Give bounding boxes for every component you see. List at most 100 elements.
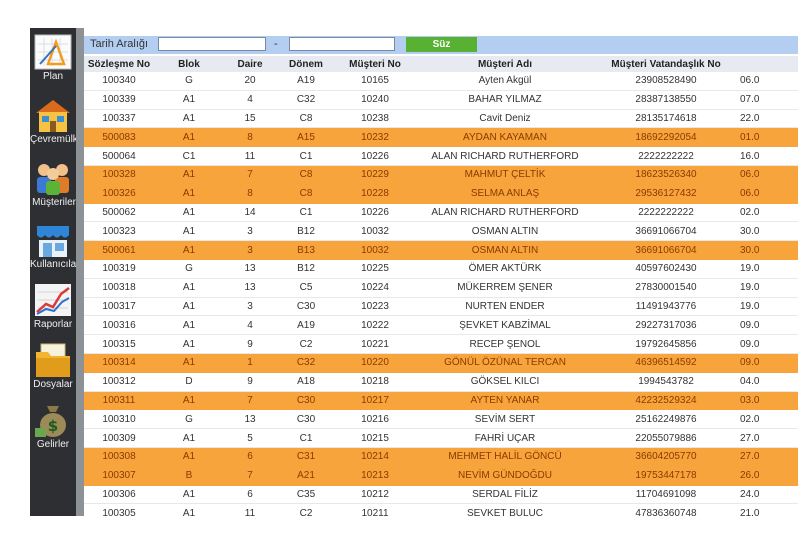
table-row[interactable]: 100311 A1 7 C30 10217 AYTEN YANAR 42232529324 0… bbox=[84, 391, 798, 411]
table-cell: Ayten Akgül bbox=[414, 72, 596, 91]
table-row[interactable]: 100315 A1 9 C2 10221 RECEP ŞENOL 19792645856 09… bbox=[84, 334, 798, 354]
sidebar-item-dosyalar[interactable]: Dosyalar bbox=[30, 338, 76, 398]
chart-report-icon bbox=[35, 284, 71, 316]
building-icon bbox=[36, 100, 70, 132]
table-cell: 27.0 bbox=[736, 428, 798, 448]
table-row[interactable]: 500083 A1 8 A15 10232 AYDAN KAYAMAN 1869229205… bbox=[84, 127, 798, 148]
table-row[interactable]: 100314 A1 1 C32 10220 GÖNÜL ÖZÜNAL TERCAN 4639… bbox=[84, 353, 798, 373]
table-cell: 19792645856 bbox=[596, 334, 736, 354]
table-cell: 10226 bbox=[336, 146, 414, 166]
table-row[interactable]: 100307 B 7 A21 10213 NEVİM GÜNDOĞDU 1975344717… bbox=[84, 466, 798, 486]
table-cell: 26.0 bbox=[736, 466, 798, 486]
table-cell: ÖMER AKTÜRK bbox=[414, 259, 596, 279]
table-cell: C2 bbox=[276, 334, 336, 354]
table-row[interactable]: 100339 A1 4 C32 10240 BAHAR YILMAZ 28387138550… bbox=[84, 90, 798, 110]
table-cell: 23908528490 bbox=[596, 72, 736, 91]
table-header-row: Sözleşme No Blok Daire Dönem Müşteri No Müşte… bbox=[84, 56, 798, 72]
table-cell: 9 bbox=[224, 334, 276, 354]
table-cell: 6 bbox=[224, 485, 276, 505]
column-header[interactable]: Dönem bbox=[276, 56, 336, 72]
sidebar-item-musteriler[interactable]: Müşteriler bbox=[30, 156, 76, 216]
table-cell: 10165 bbox=[336, 72, 414, 91]
table-cell: 2222222222 bbox=[596, 203, 736, 223]
table-row[interactable]: 500064 C1 11 C1 10226 ALAN RICHARD RUTHERFORD… bbox=[84, 146, 798, 166]
table-cell: NEVİM GÜNDOĞDU bbox=[414, 466, 596, 486]
table-cell: AYTEN YANAR bbox=[414, 391, 596, 411]
table-row[interactable]: 100328 A1 7 C8 10229 MAHMUT ÇELTİK 18623526340… bbox=[84, 165, 798, 185]
filter-button[interactable]: Süz bbox=[406, 37, 477, 52]
table-cell: ŞEVKET KABZİMAL bbox=[414, 315, 596, 336]
table-row[interactable]: 100306 A1 6 C35 10212 SERDAL FİLİZ 11704691098… bbox=[84, 485, 798, 505]
table-cell: SELMA ANLAŞ bbox=[414, 184, 596, 204]
table-row[interactable]: 100312 D 9 A18 10218 GÖKSEL KILCI 1994543782 04… bbox=[84, 372, 798, 392]
table-cell: 100310 bbox=[84, 409, 154, 430]
column-header[interactable]: Daire bbox=[224, 56, 276, 72]
table-cell: C8 bbox=[276, 109, 336, 129]
table-row[interactable]: 100316 A1 4 A19 10222 ŞEVKET KABZİMAL 29227317… bbox=[84, 315, 798, 336]
table-row[interactable]: 100318 A1 13 C5 10224 MÜKERREM ŞENER 278300015… bbox=[84, 278, 798, 298]
table-cell: 3 bbox=[224, 221, 276, 242]
table-row[interactable]: 100337 A1 15 C8 10238 Cavit Deniz 28135174618 2… bbox=[84, 109, 798, 129]
table-row[interactable]: 500061 A1 3 B13 10032 OSMAN ALTIN 36691066704 3… bbox=[84, 240, 798, 260]
table-row[interactable]: 100310 G 13 C30 10216 SEVİM SERT 25162249876 02… bbox=[84, 409, 798, 430]
table-row[interactable]: 100319 G 13 B12 10225 ÖMER AKTÜRK 40597602430 1… bbox=[84, 259, 798, 279]
table-row[interactable]: 100326 A1 8 C8 10228 SELMA ANLAŞ 29536127432 06… bbox=[84, 184, 798, 204]
table-cell: 42232529324 bbox=[596, 391, 736, 411]
table-cell: 29227317036 bbox=[596, 315, 736, 336]
column-header[interactable] bbox=[736, 56, 798, 72]
column-header[interactable]: Blok bbox=[154, 56, 224, 72]
sidebar-item-raporlar[interactable]: Raporlar bbox=[30, 278, 76, 338]
column-header[interactable]: Sözleşme No bbox=[84, 56, 154, 72]
table-cell: C30 bbox=[276, 409, 336, 430]
plan-icon bbox=[34, 34, 72, 70]
column-header[interactable]: Müşteri Adı bbox=[414, 56, 596, 72]
table-row[interactable]: 100340 G 20 A19 10165 Ayten Akgül 23908528490 0… bbox=[84, 72, 798, 91]
table-cell: C30 bbox=[276, 391, 336, 411]
date-start-input[interactable] bbox=[158, 37, 266, 51]
sidebar-item-cevremulkler[interactable]: Çevremülkler bbox=[30, 93, 76, 153]
sidebar-item-gelirler[interactable]: $ Gelirler bbox=[30, 398, 76, 458]
date-range-separator: - bbox=[274, 38, 278, 50]
table-cell: A1 bbox=[154, 485, 224, 505]
sidebar-item-label: Plan bbox=[42, 71, 63, 82]
table-cell: 4 bbox=[224, 90, 276, 110]
table-cell: 10220 bbox=[336, 353, 414, 373]
table-cell: 100318 bbox=[84, 278, 154, 298]
table-cell: 30.0 bbox=[736, 221, 798, 242]
table-cell: 36691066704 bbox=[596, 240, 736, 260]
column-header[interactable]: Müşteri No bbox=[336, 56, 414, 72]
table-cell: C8 bbox=[276, 165, 336, 185]
table-cell: OSMAN ALTIN bbox=[414, 221, 596, 242]
table-row[interactable]: 100308 A1 6 C31 10214 MEHMET HALİL GÖNCÜ 36604… bbox=[84, 447, 798, 467]
table-cell: 02.0 bbox=[736, 203, 798, 223]
table-cell: 19753447178 bbox=[596, 466, 736, 486]
table-cell: 500062 bbox=[84, 203, 154, 223]
table-row[interactable]: 100309 A1 5 C1 10215 FAHRİ UÇAR 22055079886 27.… bbox=[84, 428, 798, 448]
table-cell: 06.0 bbox=[736, 184, 798, 204]
table-cell: A1 bbox=[154, 203, 224, 223]
table-body: 100340 G 20 A19 10165 Ayten Akgül 23908528490 0… bbox=[84, 72, 798, 516]
table-cell: 19.0 bbox=[736, 259, 798, 279]
table-cell: 500083 bbox=[84, 127, 154, 148]
table-cell: 07.0 bbox=[736, 90, 798, 110]
table-cell: 10226 bbox=[336, 203, 414, 223]
table-cell: 10032 bbox=[336, 221, 414, 242]
table-row[interactable]: 100323 A1 3 B12 10032 OSMAN ALTIN 36691066704 3… bbox=[84, 221, 798, 242]
table-cell: 100314 bbox=[84, 353, 154, 373]
sidebar-item-plan[interactable]: Plan bbox=[30, 30, 76, 90]
table-cell: C30 bbox=[276, 297, 336, 317]
table-cell: A1 bbox=[154, 90, 224, 110]
column-header[interactable]: Müşteri Vatandaşlık No bbox=[596, 56, 736, 72]
table-cell: 13 bbox=[224, 259, 276, 279]
sidebar-item-kullanicilar[interactable]: Kullanıcılar bbox=[30, 218, 76, 278]
table-cell: 10216 bbox=[336, 409, 414, 430]
table-row[interactable]: 500062 A1 14 C1 10226 ALAN RICHARD RUTHERFORD… bbox=[84, 203, 798, 223]
table-cell: B13 bbox=[276, 240, 336, 260]
table-cell: 11 bbox=[224, 146, 276, 166]
table-cell: BAHAR YILMAZ bbox=[414, 90, 596, 110]
table-row[interactable]: 100317 A1 3 C30 10223 NURTEN ENDER 11491943776… bbox=[84, 297, 798, 317]
table-row[interactable]: 100305 A1 11 C2 10211 ŞEVKET BULUÇ 47836360748… bbox=[84, 503, 798, 516]
table-cell: ŞEVKET BULUÇ bbox=[414, 503, 596, 516]
date-end-input[interactable] bbox=[289, 37, 395, 51]
table-cell: A1 bbox=[154, 127, 224, 148]
